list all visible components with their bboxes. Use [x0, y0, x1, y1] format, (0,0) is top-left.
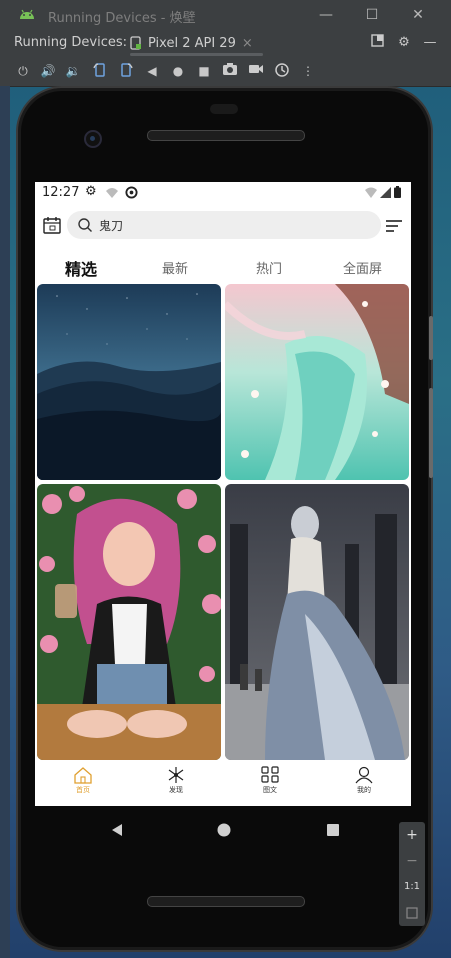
- tab-latest[interactable]: 最新: [162, 258, 188, 277]
- wallpaper-card[interactable]: [37, 484, 221, 760]
- home-icon[interactable]: ●: [169, 62, 187, 80]
- wallpaper-gown-cathedral: [225, 484, 409, 760]
- window-title: Running Devices - 焕壁: [48, 11, 196, 26]
- zoom-actual-button[interactable]: 1:1: [399, 874, 425, 900]
- wallpaper-grid: [35, 284, 411, 760]
- screenrecord-icon[interactable]: [247, 62, 265, 80]
- search-bar[interactable]: [67, 211, 381, 239]
- device-tab-label: Pixel 2 API 29: [148, 35, 236, 51]
- signal-icon: [380, 186, 391, 198]
- search-input[interactable]: [99, 216, 359, 234]
- volume-up-icon[interactable]: 🔊: [39, 62, 57, 80]
- power-icon[interactable]: ⏻: [14, 62, 32, 80]
- bottom-nav: 首页 发现 图文 我的: [35, 760, 411, 806]
- screenshot-icon[interactable]: [221, 62, 239, 80]
- nav-gallery-label: 图文: [263, 786, 277, 794]
- fit-screen-icon: [406, 907, 418, 919]
- android-nav-keys: [18, 810, 431, 850]
- status-bar: 12:27 ⚙: [35, 182, 411, 204]
- bottom-speaker: [147, 896, 305, 907]
- status-right-icons: [365, 186, 401, 198]
- nav-back-icon[interactable]: [110, 823, 124, 837]
- device-tab-bar: Running Devices: Pixel 2 API 29 × ⚙ —: [0, 30, 451, 56]
- volume-down-icon[interactable]: 🔉: [64, 62, 82, 80]
- zoom-fit-button[interactable]: [399, 900, 425, 926]
- emulator-toolbar: ⏻ 🔊 🔉 ◀ ● ■ ⋮: [0, 56, 451, 87]
- discover-nav-icon: [168, 767, 184, 783]
- zoom-panel: + − 1:1: [399, 822, 425, 926]
- minimize-button[interactable]: —: [314, 5, 338, 25]
- rotate-left-icon[interactable]: [91, 62, 109, 80]
- home-nav-icon: [74, 767, 92, 784]
- wifi-icon: [365, 187, 377, 198]
- app-screen: 12:27 ⚙ 精选 最新 热门 全面屏: [35, 182, 411, 806]
- grid-nav-icon: [261, 766, 279, 783]
- wallpaper-card[interactable]: [37, 284, 221, 480]
- profile-nav-icon: [355, 766, 373, 784]
- wallpaper-mountains: [37, 284, 221, 480]
- front-camera: [84, 130, 102, 148]
- window-titlebar: Running Devices - 焕壁 — ☐ ✕: [0, 0, 451, 30]
- phone-volume-button[interactable]: [429, 388, 433, 478]
- nav-gallery[interactable]: 图文: [250, 766, 290, 795]
- wifi-off-icon: [106, 188, 118, 198]
- maximize-button[interactable]: ☐: [360, 5, 384, 25]
- calendar-icon[interactable]: [43, 216, 61, 234]
- wallpaper-card[interactable]: [225, 284, 409, 480]
- hide-panel-icon[interactable]: —: [421, 34, 439, 52]
- overview-icon[interactable]: ■: [195, 62, 213, 80]
- phone-power-button[interactable]: [429, 316, 433, 360]
- nav-discover-label: 发现: [169, 786, 183, 794]
- nav-overview-icon[interactable]: [326, 823, 340, 837]
- zoom-in-button[interactable]: +: [399, 822, 425, 848]
- nav-home[interactable]: 首页: [63, 766, 103, 795]
- wallpaper-character-flowers: [37, 484, 221, 760]
- settings-notification-icon: ⚙: [85, 184, 97, 199]
- status-time: 12:27: [42, 185, 80, 200]
- nav-home-icon[interactable]: [217, 823, 231, 837]
- nav-profile-label: 我的: [357, 786, 371, 794]
- android-icon: [20, 9, 34, 19]
- running-devices-label: Running Devices:: [14, 35, 128, 50]
- back-icon[interactable]: ◀: [143, 62, 161, 80]
- search-icon: [78, 218, 92, 232]
- layout-icon[interactable]: [368, 34, 386, 52]
- more-icon[interactable]: ⋮: [299, 62, 317, 80]
- tab-featured[interactable]: 精选: [65, 256, 97, 280]
- wallpaper-fantasy-pink: [225, 284, 409, 480]
- category-tabs: 精选 最新 热门 全面屏: [35, 254, 411, 284]
- zoom-out-button[interactable]: −: [399, 848, 425, 874]
- search-row: [35, 208, 411, 244]
- top-speaker: [147, 130, 305, 141]
- settings-gear-icon[interactable]: ⚙: [395, 34, 413, 52]
- phone-icon: [130, 36, 141, 50]
- rotate-right-icon[interactable]: [117, 62, 135, 80]
- data-saver-icon: [125, 186, 138, 199]
- left-edge-strip: [0, 86, 10, 958]
- wallpaper-card[interactable]: [225, 484, 409, 760]
- nav-home-label: 首页: [76, 786, 90, 794]
- battery-icon: [394, 186, 401, 198]
- device-tab[interactable]: Pixel 2 API 29 ×: [120, 30, 263, 56]
- tab-close-button[interactable]: ×: [242, 36, 253, 51]
- nav-discover[interactable]: 发现: [156, 766, 196, 795]
- top-slot: [210, 104, 238, 114]
- nav-profile[interactable]: 我的: [344, 766, 384, 795]
- snapshot-icon[interactable]: [273, 62, 291, 80]
- tab-popular[interactable]: 热门: [256, 258, 282, 277]
- sort-menu-icon[interactable]: [385, 219, 403, 233]
- tab-fullscreen[interactable]: 全面屏: [343, 258, 382, 277]
- close-button[interactable]: ✕: [406, 5, 430, 25]
